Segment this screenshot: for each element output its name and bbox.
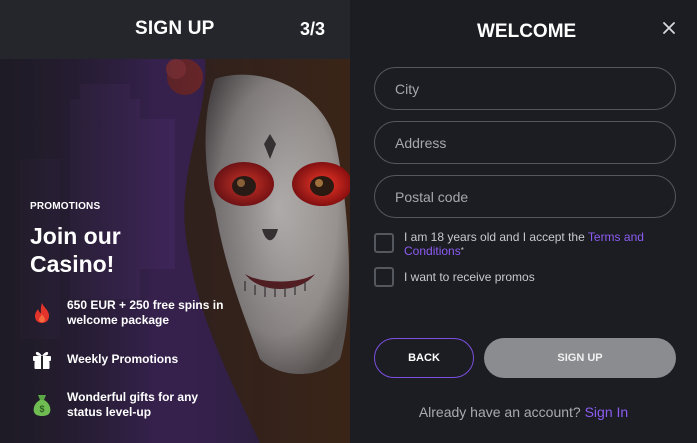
age-terms-checkbox[interactable]: [374, 233, 394, 253]
address-field[interactable]: [374, 121, 676, 164]
svg-text:$: $: [39, 404, 44, 414]
back-button[interactable]: BACK: [374, 338, 474, 378]
gift-icon: [30, 347, 54, 371]
promo-heading: Join our Casino!: [30, 223, 121, 277]
postal-code-field[interactable]: [374, 175, 676, 218]
signup-header: SIGN UP 3/3: [0, 0, 350, 59]
signin-prompt: Already have an account? Sign In: [350, 404, 697, 420]
benefit-item-status-gifts: $ Wonderful gifts for any status level-u…: [30, 390, 217, 420]
promo-opt-in-row: I want to receive promos: [374, 267, 674, 287]
fire-icon: [30, 301, 54, 325]
promo-opt-in-checkbox[interactable]: [374, 267, 394, 287]
close-icon[interactable]: [661, 20, 677, 36]
benefit-text: Weekly Promotions: [67, 351, 179, 366]
benefit-text: Wonderful gifts for any status level-up: [67, 390, 199, 419]
signup-button[interactable]: SIGN UP: [484, 338, 676, 378]
benefit-item-weekly-promotions: Weekly Promotions: [30, 347, 178, 371]
promo-opt-in-label: I want to receive promos: [404, 270, 535, 284]
signup-promo-panel: SIGN UP 3/3 PROMOTIONS Join our Casino! …: [0, 0, 350, 443]
benefit-text: 650 EUR + 250 free spins in welcome pack…: [67, 298, 224, 327]
money-bag-icon: $: [30, 393, 54, 417]
city-field[interactable]: [374, 67, 676, 110]
signup-title: SIGN UP: [135, 18, 215, 39]
age-terms-text: I am 18 years old and I accept the: [404, 230, 588, 244]
age-terms-row: I am 18 years old and I accept the Terms…: [374, 230, 674, 258]
required-mark: *: [460, 246, 464, 255]
signin-prompt-text: Already have an account?: [418, 404, 581, 420]
step-counter: 3/3: [300, 19, 326, 39]
registration-form-panel: WELCOME I am 18 years old and I accept t…: [350, 0, 697, 443]
benefit-item-welcome-package: 650 EUR + 250 free spins in welcome pack…: [30, 298, 227, 328]
form-title: WELCOME: [477, 21, 577, 42]
promo-label: PROMOTIONS: [30, 201, 101, 212]
age-terms-label: I am 18 years old and I accept the Terms…: [404, 230, 674, 258]
signin-link[interactable]: Sign In: [585, 404, 629, 420]
